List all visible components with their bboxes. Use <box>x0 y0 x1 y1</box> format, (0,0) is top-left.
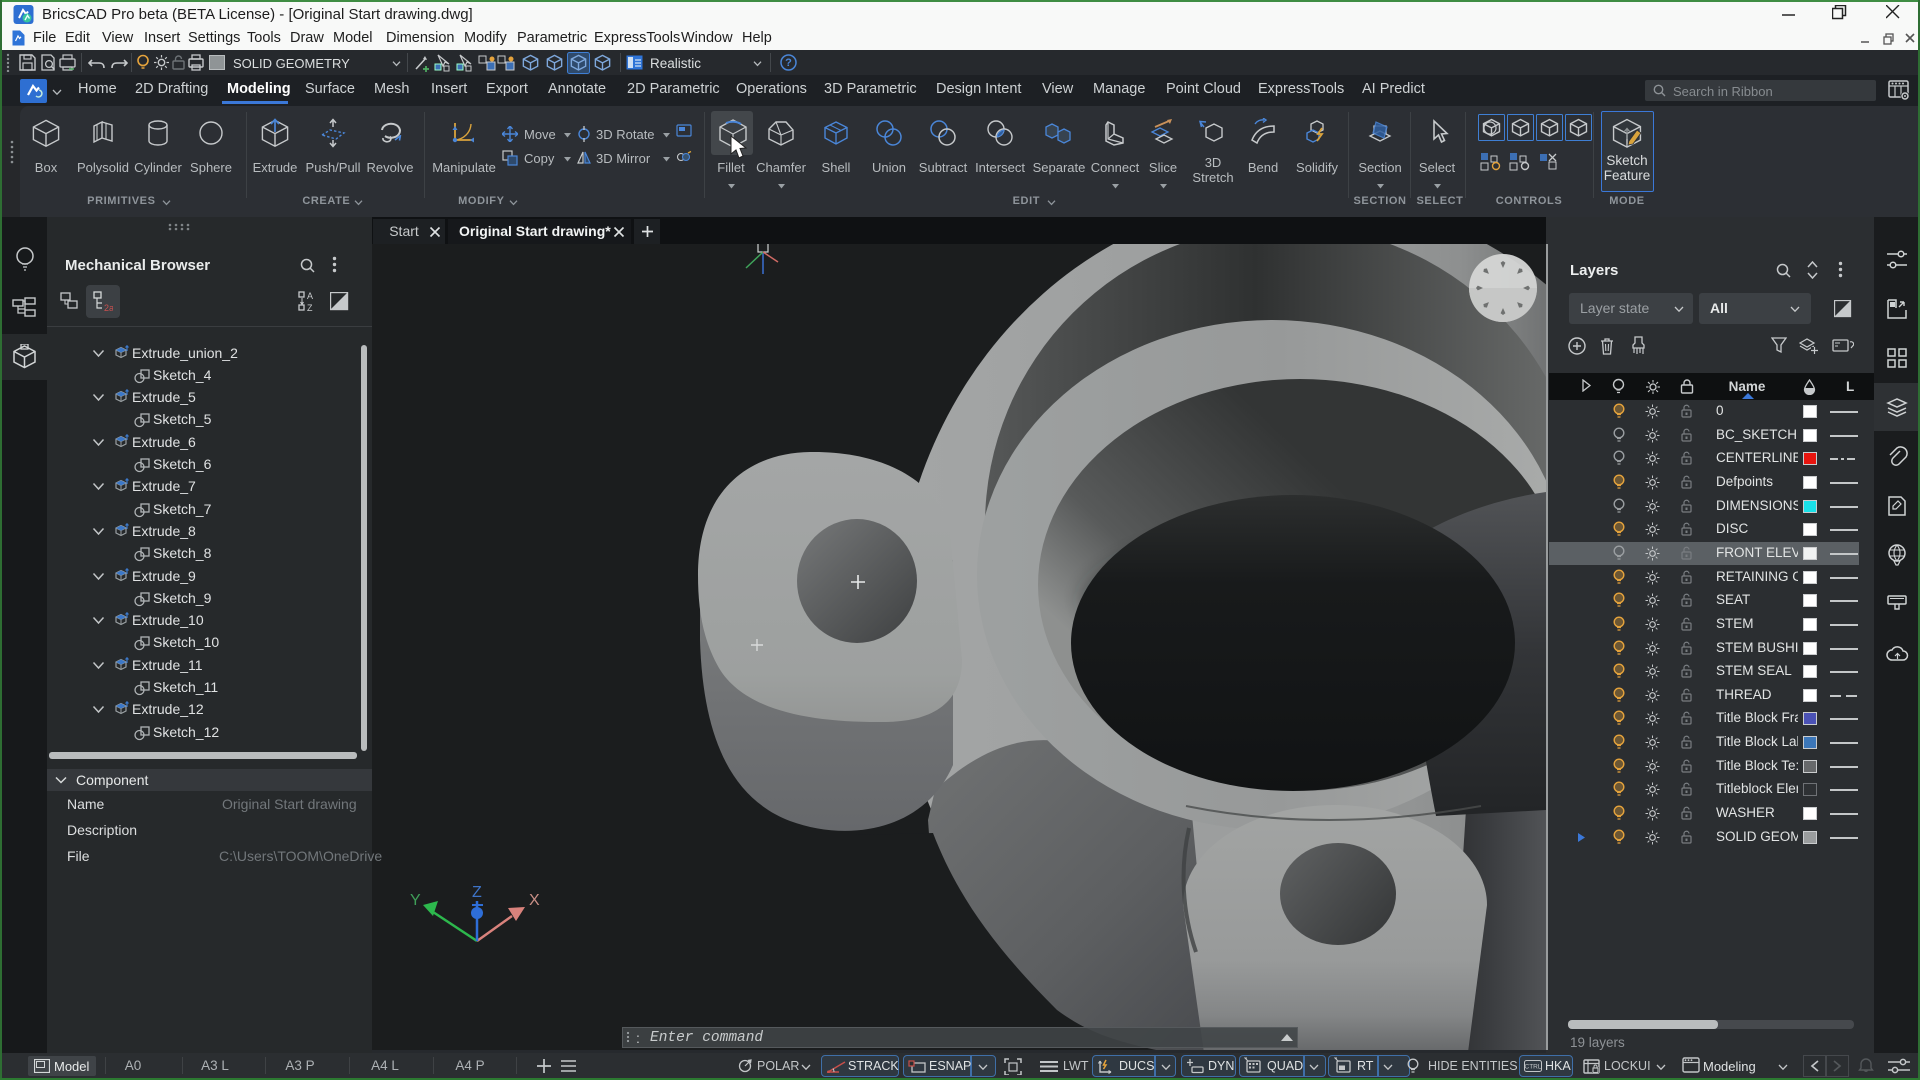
svg-text:Z: Z <box>307 303 313 312</box>
svg-text:Y: Y <box>410 892 421 909</box>
svg-text:Z: Z <box>472 884 482 901</box>
svg-text:A: A <box>307 291 313 301</box>
svg-text:?: ? <box>785 57 792 69</box>
svg-text:X: X <box>529 892 540 909</box>
svg-text:2a: 2a <box>104 303 113 312</box>
svg-text:CTRL: CTRL <box>1525 1064 1542 1071</box>
